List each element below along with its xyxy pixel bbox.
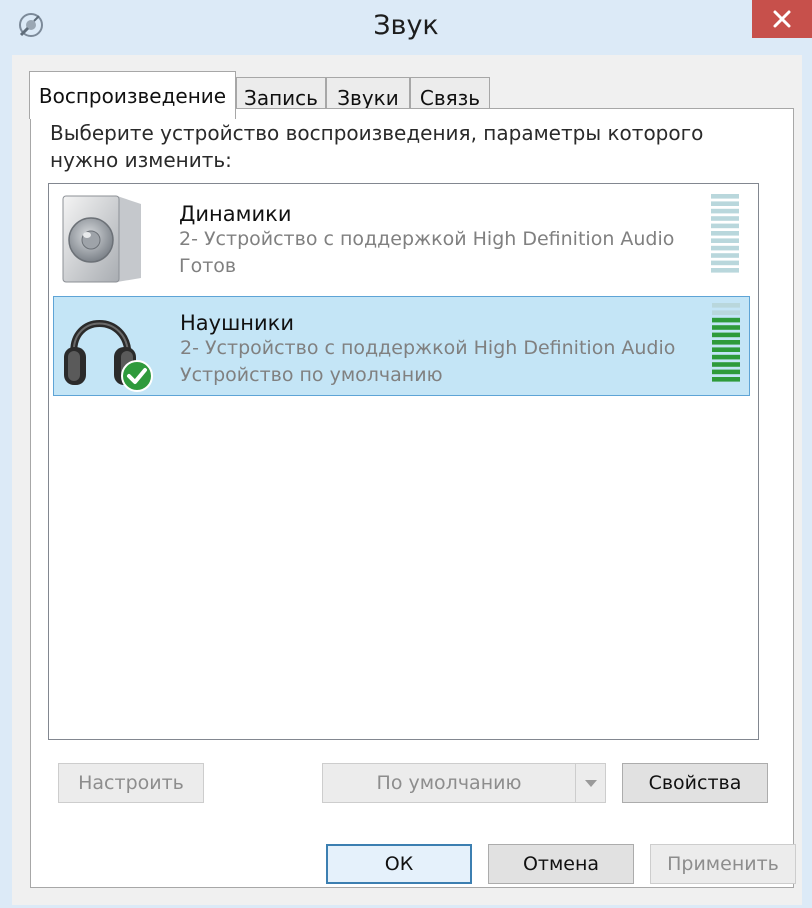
meter-bar (711, 253, 739, 258)
properties-button[interactable]: Свойства (622, 763, 768, 803)
cancel-button[interactable]: Отмена (488, 844, 634, 884)
meter-bar (711, 216, 739, 221)
device-item-headphones[interactable]: Наушники 2- Устройство с поддержкой High… (53, 296, 750, 396)
sound-dialog: Звук Воспроизведение Запись Звуки Связь … (0, 0, 812, 908)
apply-button[interactable]: Применить (650, 844, 796, 884)
set-default-dropdown[interactable] (575, 764, 605, 802)
meter-bar (712, 317, 740, 323)
meter-bar (711, 201, 739, 206)
meter-bar (712, 332, 740, 338)
meter-bar (712, 303, 740, 308)
volume-level-meter (712, 303, 740, 382)
device-status: Готов (179, 255, 237, 277)
instruction-text: Выберите устройство воспроизведения, пар… (50, 121, 704, 172)
meter-bar (712, 369, 740, 375)
device-name: Динамики (179, 202, 292, 226)
close-button[interactable] (752, 0, 812, 38)
meter-bar (711, 245, 739, 251)
device-description: 2- Устройство с поддержкой High Definiti… (179, 228, 675, 250)
meter-bar (712, 362, 740, 367)
meter-bar (712, 347, 740, 352)
title-bar[interactable]: Звук (0, 0, 812, 52)
volume-level-meter (711, 194, 739, 273)
ok-button[interactable]: ОК (326, 844, 472, 884)
device-description: 2- Устройство с поддержкой High Definiti… (180, 337, 676, 359)
meter-bar (712, 325, 740, 330)
meter-bar (712, 377, 740, 382)
meter-bar (711, 223, 739, 229)
meter-bar (711, 260, 739, 266)
set-default-label: По умолчанию (376, 772, 522, 794)
meter-bar (711, 208, 739, 214)
meter-bar (712, 354, 740, 360)
device-status: Устройство по умолчанию (180, 364, 443, 386)
default-device-check-icon (121, 360, 153, 392)
meter-bar (712, 340, 740, 345)
meter-bar (711, 194, 739, 199)
device-item-speakers[interactable]: Динамики 2- Устройство с поддержкой High… (53, 188, 750, 288)
window-title: Звук (373, 10, 439, 41)
dialog-client-area: Воспроизведение Запись Звуки Связь Выбер… (12, 55, 802, 905)
set-default-split-button[interactable]: По умолчанию (322, 763, 606, 803)
speaker-icon (62, 195, 141, 283)
meter-bar (711, 268, 739, 273)
chevron-down-icon (584, 780, 597, 787)
playback-device-list[interactable]: Динамики 2- Устройство с поддержкой High… (48, 183, 759, 740)
tab-playback[interactable]: Воспроизведение (29, 71, 236, 119)
device-name: Наушники (180, 311, 295, 335)
meter-bar (711, 238, 739, 243)
configure-button[interactable]: Настроить (58, 763, 204, 803)
meter-bar (711, 231, 739, 236)
close-icon (773, 10, 791, 28)
meter-bar (712, 310, 740, 315)
